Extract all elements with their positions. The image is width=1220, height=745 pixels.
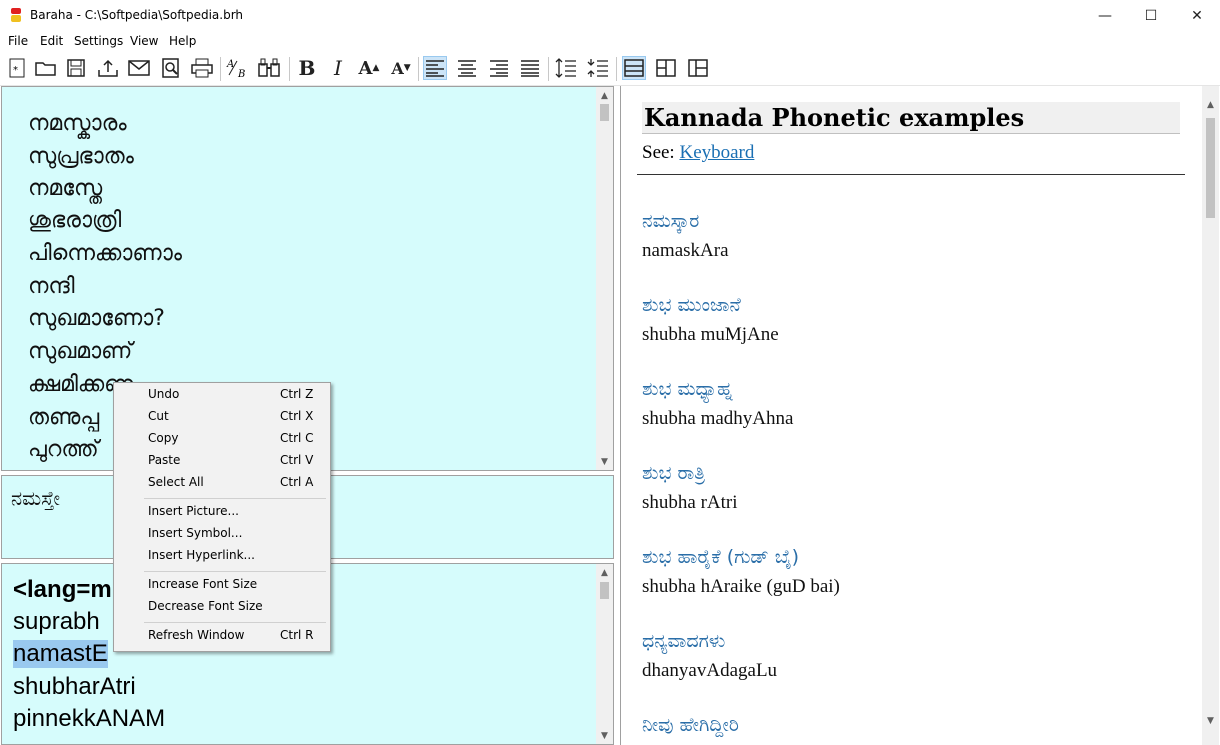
menu-separator xyxy=(144,498,326,499)
menu-settings[interactable]: Settings xyxy=(74,34,123,48)
kannada-example: ಶುಭ ಹಾರೈಕೆ (ಗುಡ್ ಬೈ) xyxy=(642,546,800,568)
decrease-spacing-icon[interactable] xyxy=(586,56,610,80)
align-right-icon[interactable] xyxy=(487,56,511,80)
kannada-example: ಶುಭ ಮುಂಜಾನೆ xyxy=(642,294,741,316)
kannada-example: ಶುಭ ರಾತ್ರಿ xyxy=(642,462,706,484)
menu-item-increase-font[interactable]: Increase Font Size xyxy=(114,575,330,597)
phonetic-line: <lang=m xyxy=(13,576,112,603)
menu-separator xyxy=(144,571,326,572)
print-icon[interactable] xyxy=(190,56,214,80)
phonetic-example: namaskAra xyxy=(642,240,729,261)
preview-text: ನಮಸ್ತೇ xyxy=(11,486,61,510)
editor-line: നന്ദി xyxy=(28,274,75,299)
close-button[interactable]: ✕ xyxy=(1174,0,1220,31)
menu-bar: File Edit Settings View Help xyxy=(0,31,1220,51)
editor-line: സുപ്രഭാതം xyxy=(28,144,134,169)
phonetic-line: suprabh xyxy=(13,608,100,635)
menu-item-decrease-font[interactable]: Decrease Font Size xyxy=(114,597,330,619)
menu-item-paste[interactable]: Paste Ctrl V xyxy=(114,451,330,473)
scroll-up-icon[interactable]: ▲ xyxy=(596,87,613,104)
menu-edit[interactable]: Edit xyxy=(40,34,63,48)
menu-item-refresh[interactable]: Refresh Window Ctrl R xyxy=(114,626,330,648)
toolbar: * AB B I A ▲ A ▼ xyxy=(0,51,1220,86)
menu-item-insert-picture[interactable]: Insert Picture... xyxy=(114,502,330,524)
menu-separator xyxy=(144,622,326,623)
maximize-button[interactable]: ☐ xyxy=(1128,0,1174,31)
email-icon[interactable] xyxy=(127,56,151,80)
menu-view[interactable]: View xyxy=(130,34,158,48)
keyboard-link[interactable]: Keyboard xyxy=(679,142,754,163)
phonetic-example: shubha madhyAhna xyxy=(642,408,794,429)
editor-scrollbar[interactable]: ▲ ▼ xyxy=(596,87,613,470)
kannada-example: ಶುಭ ಮಧ್ಯಾಹ್ನ xyxy=(642,378,733,400)
scroll-thumb[interactable] xyxy=(600,582,609,599)
editor-line: ശുഭരാത്രി xyxy=(28,208,122,233)
kannada-example: ಧನ್ಯವಾದಗಳು xyxy=(642,630,726,652)
layout-vertical-icon[interactable] xyxy=(686,56,710,80)
font-bigger-icon[interactable]: A ▲ xyxy=(357,56,381,80)
scroll-thumb[interactable] xyxy=(600,104,609,121)
scroll-down-icon[interactable]: ▼ xyxy=(596,453,613,470)
layout-horizontal-icon[interactable] xyxy=(622,56,646,80)
window-title: Baraha - C:\Softpedia\Softpedia.brh xyxy=(30,8,244,22)
scroll-up-icon[interactable]: ▲ xyxy=(1202,96,1219,113)
phonetic-example: shubha rAtri xyxy=(642,492,738,513)
spell-check-icon[interactable]: AB xyxy=(226,56,250,80)
phonetic-example: shubha muMjAne xyxy=(642,324,779,345)
print-preview-icon[interactable] xyxy=(159,56,183,80)
menu-item-cut[interactable]: Cut Ctrl X xyxy=(114,407,330,429)
help-pane: Kannada Phonetic examples See: Keyboard … xyxy=(620,86,1219,745)
font-smaller-icon[interactable]: A ▼ xyxy=(389,56,413,80)
increase-spacing-icon[interactable] xyxy=(554,56,578,80)
phonetic-example: dhanyavAdagaLu xyxy=(642,660,778,681)
editor-line: പിന്നെക്കാണാം xyxy=(28,241,182,266)
selected-text: namastE xyxy=(13,640,108,668)
export-icon[interactable] xyxy=(96,56,120,80)
editor-line: നമസ്കാരം xyxy=(28,111,127,136)
bold-icon[interactable]: B xyxy=(295,56,319,80)
editor-line: പുറത്ത് xyxy=(28,437,99,462)
phonetic-scrollbar[interactable]: ▲ ▼ xyxy=(596,564,613,744)
help-scrollbar[interactable]: ▲ ▼ xyxy=(1202,86,1219,745)
menu-item-insert-symbol[interactable]: Insert Symbol... xyxy=(114,524,330,546)
minimize-button[interactable]: — xyxy=(1082,0,1128,31)
help-heading: Kannada Phonetic examples xyxy=(642,102,1180,134)
menu-file[interactable]: File xyxy=(8,34,28,48)
align-left-icon[interactable] xyxy=(423,56,447,80)
italic-icon[interactable]: I xyxy=(326,56,350,80)
open-folder-icon[interactable] xyxy=(34,56,58,80)
context-menu: Undo Ctrl Z Cut Ctrl X Copy Ctrl C Paste Ctr… xyxy=(113,382,331,652)
phonetic-line: shubharAtri xyxy=(13,673,136,700)
scroll-down-icon[interactable]: ▼ xyxy=(1202,712,1219,729)
save-icon[interactable] xyxy=(64,56,88,80)
menu-item-copy[interactable]: Copy Ctrl C xyxy=(114,429,330,451)
title-bar: Baraha - C:\Softpedia\Softpedia.brh — ☐ … xyxy=(0,0,1220,31)
baraha-app-icon xyxy=(9,7,23,23)
divider xyxy=(637,174,1185,175)
editor-line: നമസ്തേ xyxy=(28,176,103,201)
editor-line: സുഖമാണോ? xyxy=(28,306,165,331)
kannada-example: ನೀವು ಹೇಗಿದ್ದೀರಿ xyxy=(642,714,739,736)
phonetic-line: pinnekkANAM xyxy=(13,705,166,732)
kannada-example: ನಮಸ್ಕಾರ xyxy=(642,210,700,232)
find-binoculars-icon[interactable] xyxy=(257,56,281,80)
svg-text:B: B xyxy=(237,69,245,79)
svg-text:*: * xyxy=(13,65,18,76)
align-center-icon[interactable] xyxy=(455,56,479,80)
menu-item-select-all[interactable]: Select All Ctrl A xyxy=(114,473,330,495)
scroll-down-icon[interactable]: ▼ xyxy=(596,727,613,744)
new-file-icon[interactable]: * xyxy=(5,56,29,80)
justify-icon[interactable] xyxy=(518,56,542,80)
editor-line: സുഖമാണ് xyxy=(28,339,133,364)
see-label: See: xyxy=(642,142,675,163)
menu-item-undo[interactable]: Undo Ctrl Z xyxy=(114,385,330,407)
layout-split-icon[interactable] xyxy=(654,56,678,80)
menu-help[interactable]: Help xyxy=(169,34,196,48)
scroll-thumb[interactable] xyxy=(1206,118,1215,218)
editor-line: തണുപ്പ xyxy=(28,405,100,430)
phonetic-example: shubha hAraike (guD bai) xyxy=(642,576,840,597)
scroll-up-icon[interactable]: ▲ xyxy=(596,564,613,581)
see-line: See: Keyboard xyxy=(642,142,754,164)
menu-item-insert-hyperlink[interactable]: Insert Hyperlink... xyxy=(114,546,330,568)
